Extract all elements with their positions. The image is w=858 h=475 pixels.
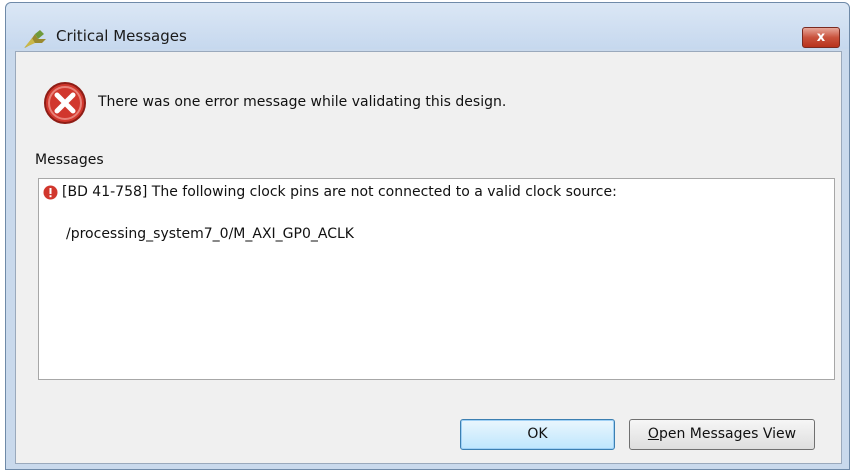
error-small-icon [43,185,58,200]
critical-messages-window: Critical Messages x There was one error … [5,2,850,470]
dialog-body: There was one error message while valida… [15,51,842,464]
window-title: Critical Messages [56,27,187,45]
open-messages-view-button[interactable]: Open Messages View [629,419,815,450]
message-detail[interactable]: /processing_system7_0/M_AXI_GP0_ACLK [66,226,354,242]
message-text[interactable]: [BD 41-758] The following clock pins are… [62,184,617,200]
close-button[interactable]: x [802,27,840,48]
mnemonic-letter: O [647,426,659,442]
error-icon [44,82,86,124]
messages-label: Messages [35,152,104,168]
ok-button[interactable]: OK [460,419,615,450]
messages-list[interactable]: [BD 41-758] The following clock pins are… [38,178,835,380]
main-message: There was one error message while valida… [98,94,507,110]
vivado-logo-icon [24,30,46,48]
title-bar[interactable]: Critical Messages x [6,3,849,49]
button-label-rest: pen Messages View [658,426,797,442]
